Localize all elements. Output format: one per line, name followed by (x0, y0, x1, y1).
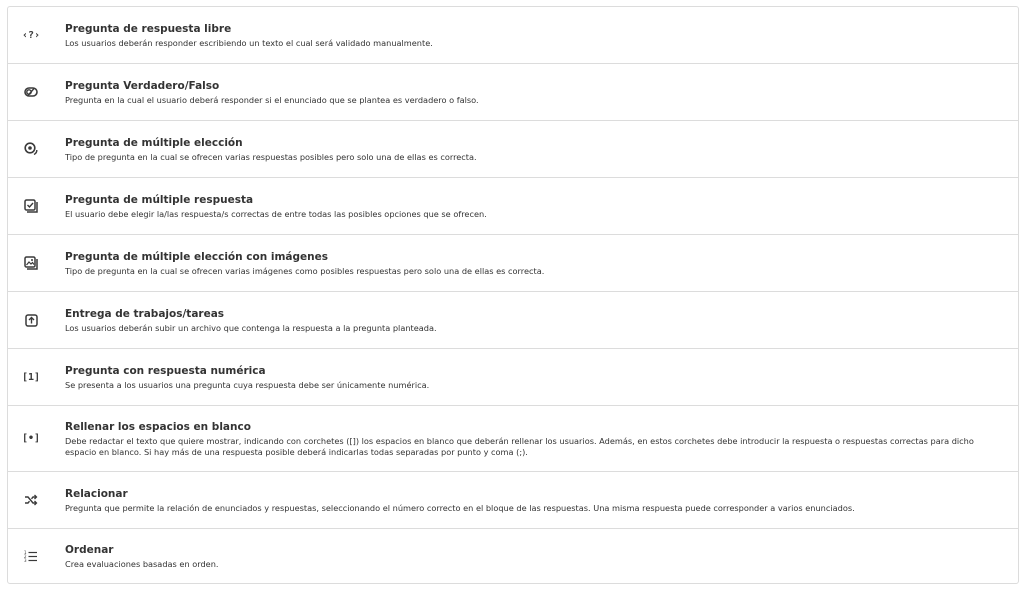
item-description: Los usuarios deberán responder escribien… (65, 37, 433, 48)
item-description: Debe redactar el texto que quiere mostra… (65, 435, 974, 457)
image-multiple-icon (8, 256, 54, 270)
question-type-numeric[interactable]: [1] Pregunta con respuesta numérica Se p… (8, 349, 1018, 406)
question-type-image-choice[interactable]: Pregunta de múltiple elección con imágen… (8, 235, 1018, 292)
question-type-multiple-response[interactable]: Pregunta de múltiple respuesta El usuari… (8, 178, 1018, 235)
item-description: Tipo de pregunta en la cual se ofrecen v… (65, 151, 477, 162)
true-false-icon (8, 87, 54, 97)
checkbox-multiple-icon (8, 199, 54, 213)
question-type-multiple-choice[interactable]: Pregunta de múltiple elección Tipo de pr… (8, 121, 1018, 178)
item-description: Crea evaluaciones basadas en orden. (65, 558, 219, 569)
item-description: Tipo de pregunta en la cual se ofrecen v… (65, 265, 545, 276)
blank-brackets-icon: [•] (21, 433, 41, 444)
svg-text:3: 3 (24, 558, 27, 562)
item-title: Pregunta de múltiple elección con imágen… (65, 250, 328, 263)
question-type-list: ‹?› Pregunta de respuesta libre Los usua… (7, 6, 1019, 584)
question-type-fill-in-blanks[interactable]: [•] Rellenar los espacios en blanco Debe… (8, 406, 1018, 472)
question-type-true-false[interactable]: Pregunta Verdadero/Falso Pregunta en la … (8, 64, 1018, 121)
item-title: Entrega de trabajos/tareas (65, 307, 225, 320)
question-type-matching[interactable]: Relacionar Pregunta que permite la relac… (8, 472, 1018, 529)
item-title: Pregunta de respuesta libre (65, 22, 232, 35)
item-title: Pregunta de múltiple respuesta (65, 193, 254, 206)
numeric-brackets-icon: [1] (21, 371, 41, 383)
question-type-assignment-upload[interactable]: Entrega de trabajos/tareas Los usuarios … (8, 292, 1018, 349)
question-type-free-response[interactable]: ‹?› Pregunta de respuesta libre Los usua… (8, 7, 1018, 64)
ordered-list-icon: 1 2 3 (8, 550, 54, 562)
item-title: Pregunta Verdadero/Falso (65, 79, 220, 92)
item-description: Se presenta a los usuarios una pregunta … (65, 379, 430, 390)
item-description: Los usuarios deberán subir un archivo qu… (65, 322, 437, 333)
item-title: Rellenar los espacios en blanco (65, 420, 251, 433)
item-description: Pregunta en la cual el usuario deberá re… (65, 94, 479, 105)
item-description: El usuario debe elegir la/las respuesta/… (65, 208, 487, 219)
question-type-ordering[interactable]: 1 2 3 Ordenar Crea evaluaciones basadas … (8, 529, 1018, 583)
upload-icon (8, 313, 54, 327)
code-question-icon: ‹?› (21, 29, 41, 41)
radio-target-icon (8, 142, 54, 156)
item-title: Pregunta con respuesta numérica (65, 364, 266, 377)
item-description: Pregunta que permite la relación de enun… (65, 502, 855, 513)
item-title: Ordenar (65, 543, 114, 556)
item-title: Relacionar (65, 487, 128, 500)
shuffle-icon (8, 494, 54, 506)
item-title: Pregunta de múltiple elección (65, 136, 243, 149)
